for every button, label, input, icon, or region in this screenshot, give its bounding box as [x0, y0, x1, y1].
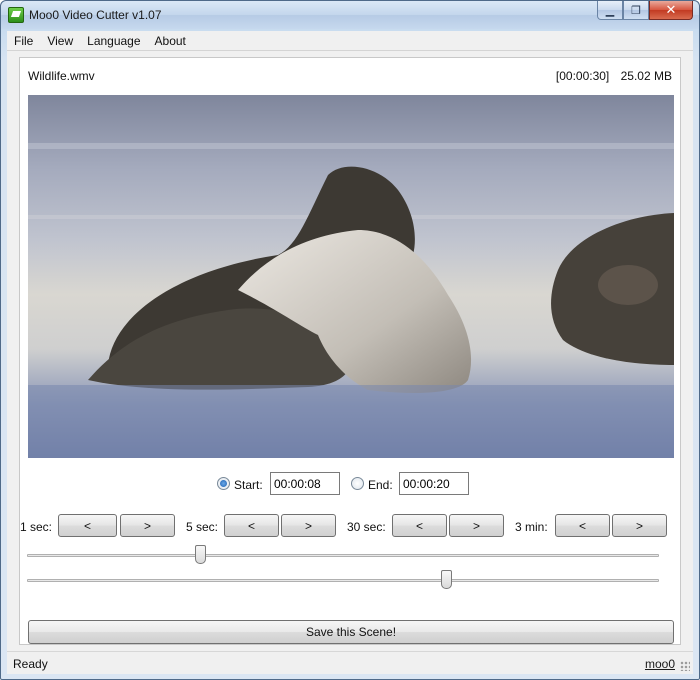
start-label: Start:: [234, 478, 263, 492]
maximize-icon: ❐: [631, 4, 641, 17]
title-bar[interactable]: Moo0 Video Cutter v1.07 ▁ ❐ ✕: [1, 1, 699, 29]
start-slider-track[interactable]: [27, 554, 659, 557]
start-slider[interactable]: [27, 545, 659, 565]
step-30sec-back-button[interactable]: <: [392, 514, 447, 537]
app-window: Moo0 Video Cutter v1.07 ▁ ❐ ✕ File View …: [0, 0, 700, 680]
step-3min-label: 3 min:: [515, 520, 548, 534]
maximize-button[interactable]: ❐: [623, 1, 649, 20]
file-duration: [00:00:30]: [555, 69, 610, 83]
step-3min-forward-button[interactable]: >: [612, 514, 667, 537]
file-size: 25.02 MB: [620, 69, 672, 83]
menu-view[interactable]: View: [40, 34, 80, 48]
step-30sec-forward-button[interactable]: >: [449, 514, 504, 537]
menu-bar: File View Language About: [7, 31, 693, 51]
file-name: Wildlife.wmv: [28, 69, 95, 83]
menu-file[interactable]: File: [7, 34, 40, 48]
client-area: Wildlife.wmv [00:00:30] 25.02 MB Start: …: [7, 51, 693, 651]
app-icon[interactable]: [8, 7, 24, 23]
menu-about[interactable]: About: [148, 34, 193, 48]
end-label: End:: [368, 478, 393, 492]
minimize-icon: ▁: [605, 4, 615, 17]
file-info: [00:00:30] 25.02 MB: [548, 69, 672, 83]
step-1sec-label: 1 sec:: [20, 520, 53, 534]
save-scene-button[interactable]: Save this Scene!: [28, 620, 674, 644]
end-slider[interactable]: [27, 570, 659, 590]
main-panel: Wildlife.wmv [00:00:30] 25.02 MB Start: …: [19, 57, 681, 645]
end-time-input[interactable]: [399, 472, 469, 495]
start-slider-thumb[interactable]: [195, 545, 206, 564]
window-title: Moo0 Video Cutter v1.07: [29, 8, 162, 22]
step-3min-back-button[interactable]: <: [555, 514, 610, 537]
step-5sec-label: 5 sec:: [186, 520, 219, 534]
start-time-input[interactable]: [270, 472, 340, 495]
video-frame-image: [28, 95, 674, 458]
step-1sec-forward-button[interactable]: >: [120, 514, 175, 537]
minimize-button[interactable]: ▁: [597, 1, 623, 20]
video-preview[interactable]: [28, 95, 674, 458]
close-icon: ✕: [665, 2, 677, 17]
menu-language[interactable]: Language: [80, 34, 147, 48]
status-text: Ready: [13, 657, 48, 671]
close-button[interactable]: ✕: [649, 1, 693, 20]
end-radio[interactable]: [351, 477, 364, 490]
end-slider-track[interactable]: [27, 579, 659, 582]
resize-grip-icon[interactable]: [680, 661, 690, 671]
moo0-link[interactable]: moo0: [645, 657, 675, 671]
end-slider-thumb[interactable]: [441, 570, 452, 589]
step-5sec-back-button[interactable]: <: [224, 514, 279, 537]
step-1sec-back-button[interactable]: <: [58, 514, 117, 537]
range-controls: Start: End:: [20, 472, 682, 496]
step-controls: 1 sec: < > 5 sec: < > 30 sec: < > 3 min:…: [20, 514, 682, 538]
status-bar: Ready moo0: [7, 651, 693, 674]
step-5sec-forward-button[interactable]: >: [281, 514, 336, 537]
start-radio[interactable]: [217, 477, 230, 490]
step-30sec-label: 30 sec:: [347, 520, 386, 534]
